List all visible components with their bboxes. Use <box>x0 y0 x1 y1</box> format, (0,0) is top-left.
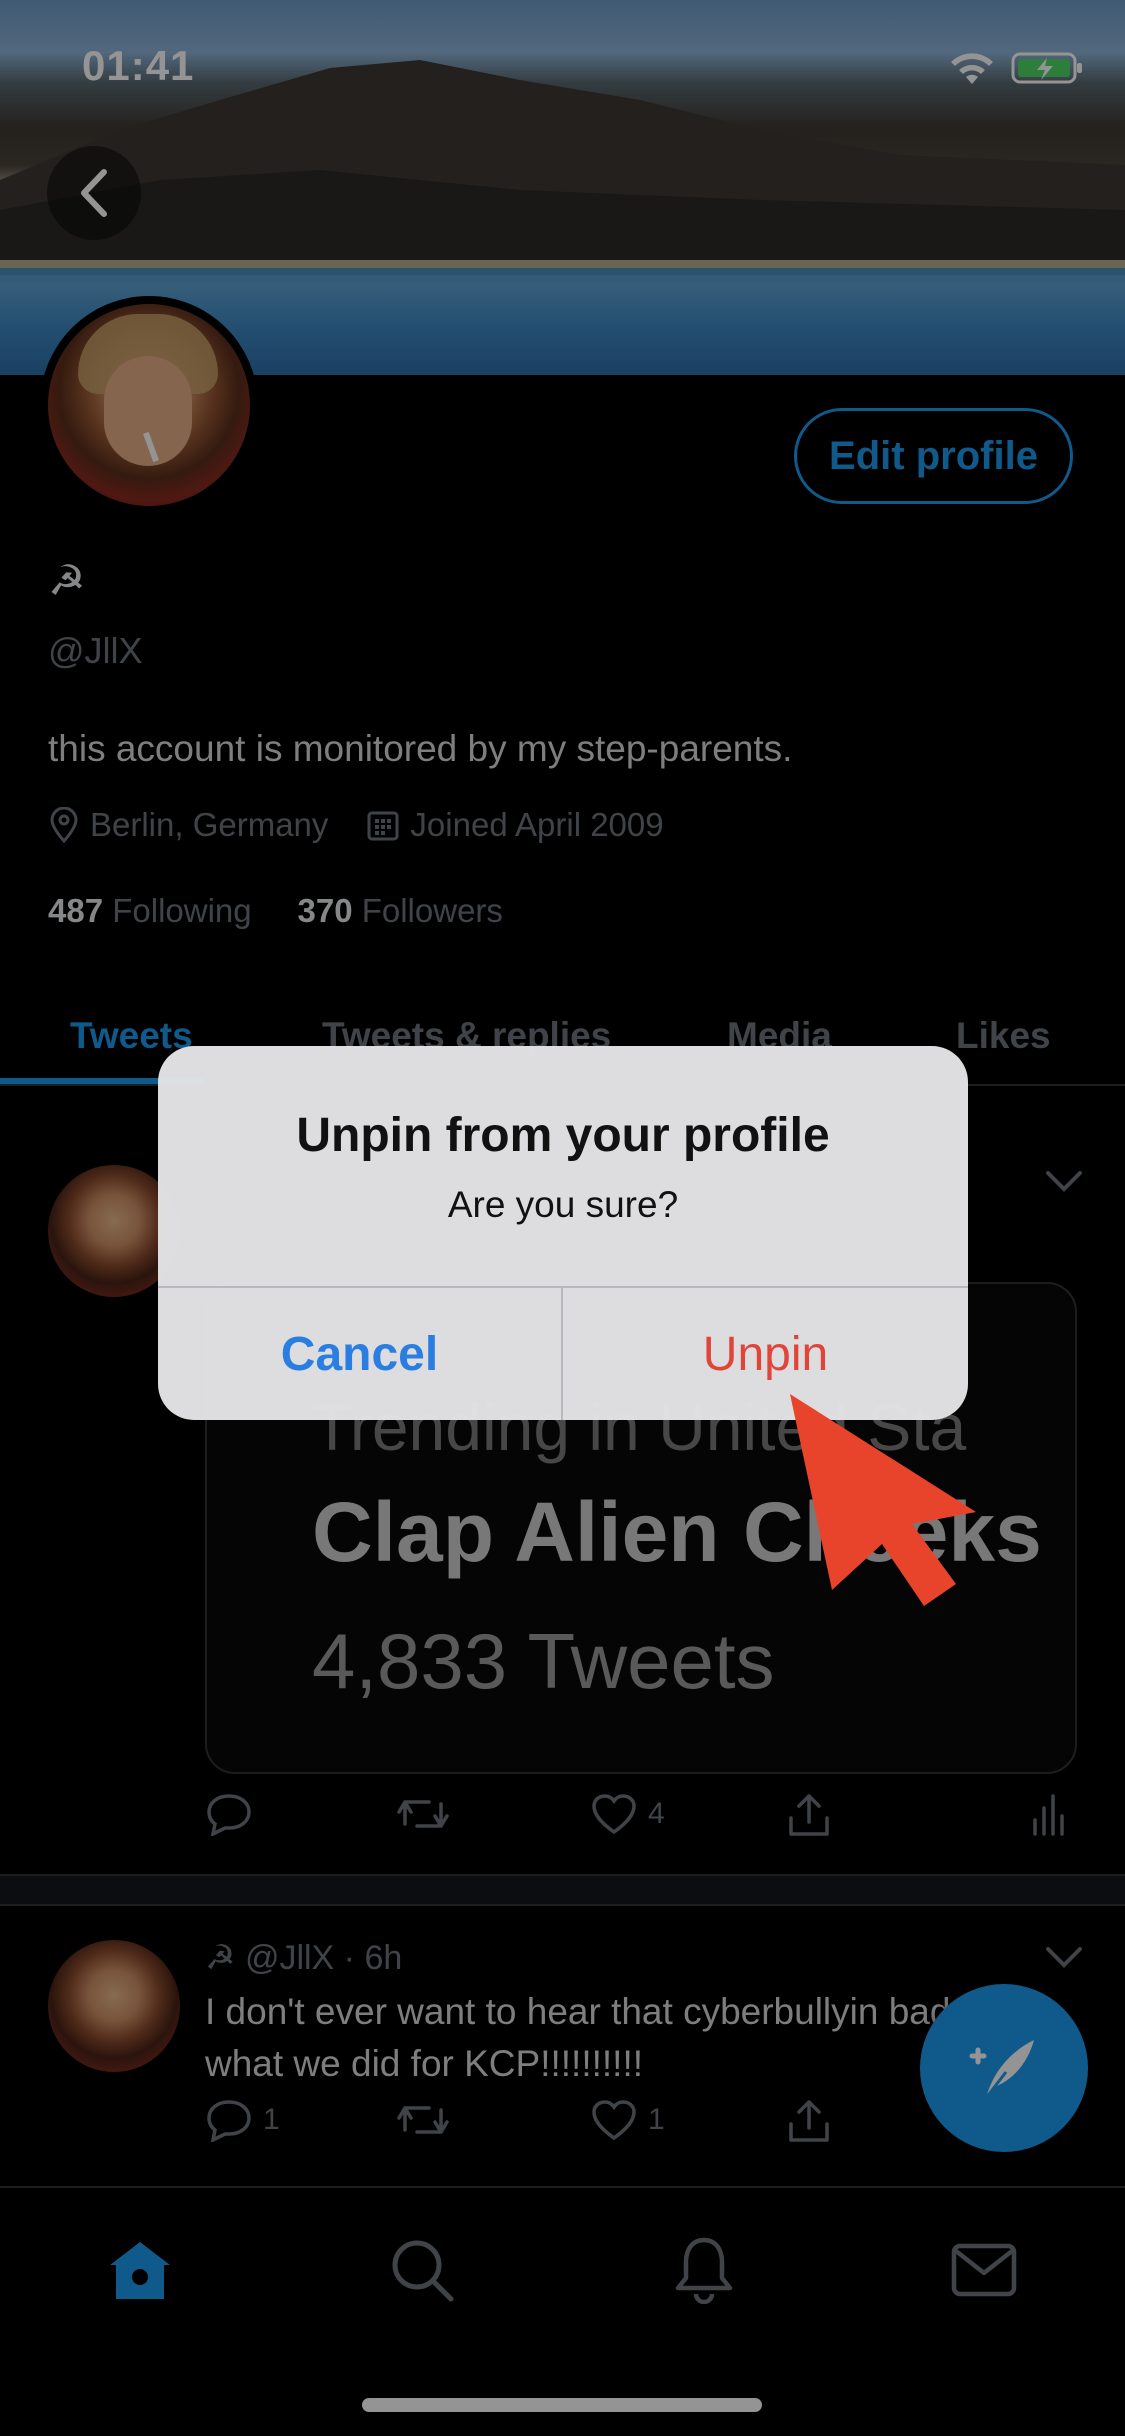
unpin-alert-dialog: Unpin from your profile Are you sure? Ca… <box>158 1046 968 1420</box>
dialog-title: Unpin from your profile <box>296 1109 830 1162</box>
pointer-arrow-icon <box>790 1394 976 1606</box>
dialog-message: Are you sure? <box>447 1184 679 1225</box>
cancel-button[interactable]: Cancel <box>158 1288 561 1420</box>
